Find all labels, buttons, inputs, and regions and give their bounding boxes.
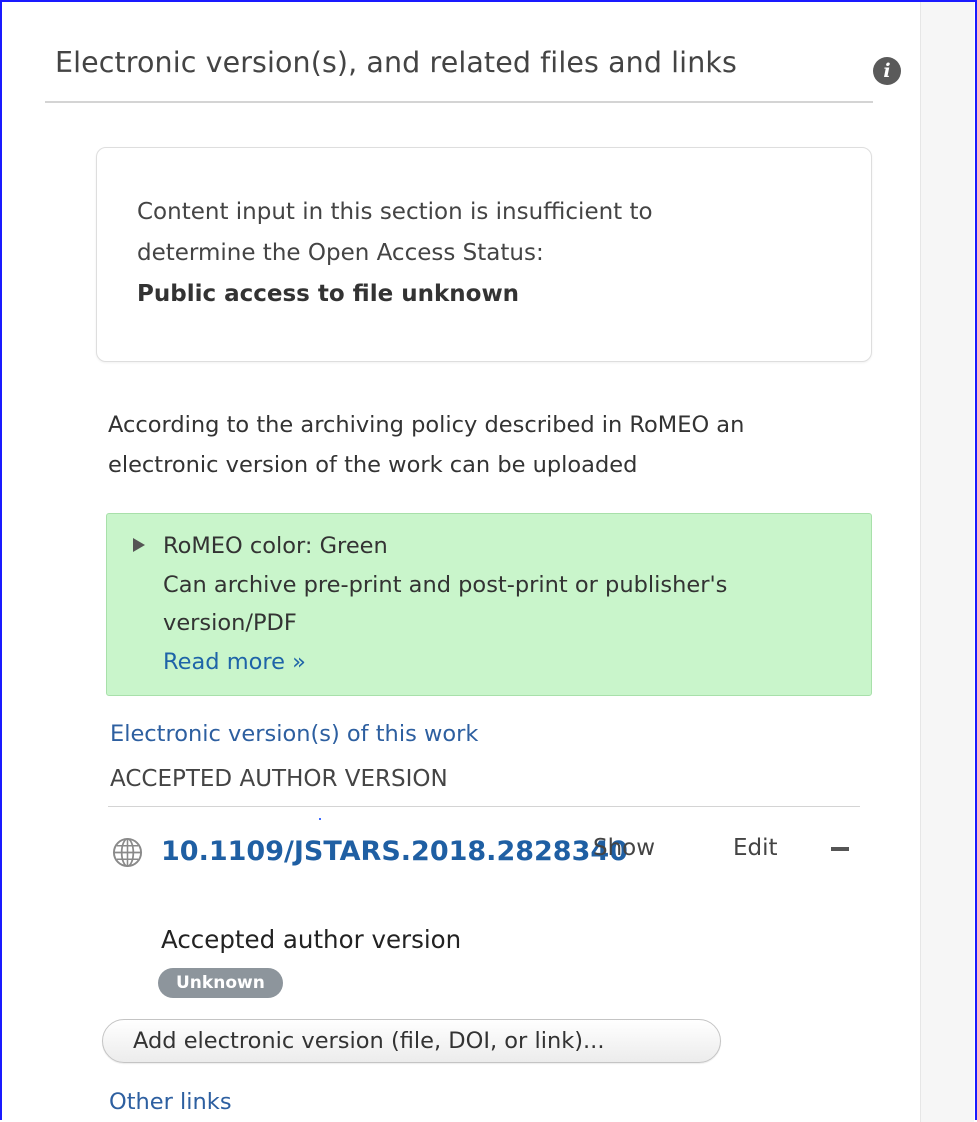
title-divider	[45, 101, 873, 103]
open-access-line-1: Content input in this section is insuffi…	[137, 199, 653, 225]
open-access-line-2: determine the Open Access Status:	[137, 240, 544, 266]
romeo-color: RoMEO color: Green	[163, 533, 388, 559]
accepted-author-version-heading: ACCEPTED AUTHOR VERSION	[110, 766, 448, 792]
policy-line-2: electronic version of the work can be up…	[108, 452, 638, 478]
romeo-read-more-link[interactable]: Read more »	[163, 649, 306, 675]
show-button[interactable]: Show	[593, 835, 655, 861]
triangle-right-icon[interactable]	[133, 538, 145, 552]
status-badge: Unknown	[158, 968, 283, 998]
other-links-link[interactable]: Other links	[109, 1089, 232, 1115]
version-type-label: Accepted author version	[161, 925, 462, 954]
add-electronic-version-button[interactable]: Add electronic version (file, DOI, or li…	[102, 1019, 721, 1063]
romeo-description-line-1: Can archive pre-print and post-print or …	[163, 571, 728, 598]
doi-link[interactable]: 10.1109/JSTARS.2018.2828340	[161, 830, 628, 873]
globe-icon	[112, 837, 143, 868]
romeo-description-line-2: version/PDF	[163, 610, 297, 636]
right-panel-strip	[920, 2, 974, 1122]
cursor-dot	[319, 818, 321, 820]
minus-icon[interactable]	[831, 847, 849, 851]
edit-button[interactable]: Edit	[733, 835, 778, 861]
version-divider	[108, 806, 860, 807]
open-access-status: Public access to file unknown	[137, 281, 520, 307]
archiving-policy-text: According to the archiving policy descri…	[108, 405, 744, 485]
romeo-info-box[interactable]: RoMEO color: Green Can archive pre-print…	[106, 513, 872, 696]
section-title: Electronic version(s), and related files…	[55, 46, 737, 79]
info-icon[interactable]: i	[873, 57, 901, 85]
open-access-status-box: Content input in this section is insuffi…	[96, 147, 872, 362]
electronic-versions-link[interactable]: Electronic version(s) of this work	[110, 721, 478, 747]
open-access-message: Content input in this section is insuffi…	[137, 192, 653, 315]
policy-line-1: According to the archiving policy descri…	[108, 412, 745, 438]
romeo-details: RoMEO color: Green Can archive pre-print…	[163, 527, 727, 681]
